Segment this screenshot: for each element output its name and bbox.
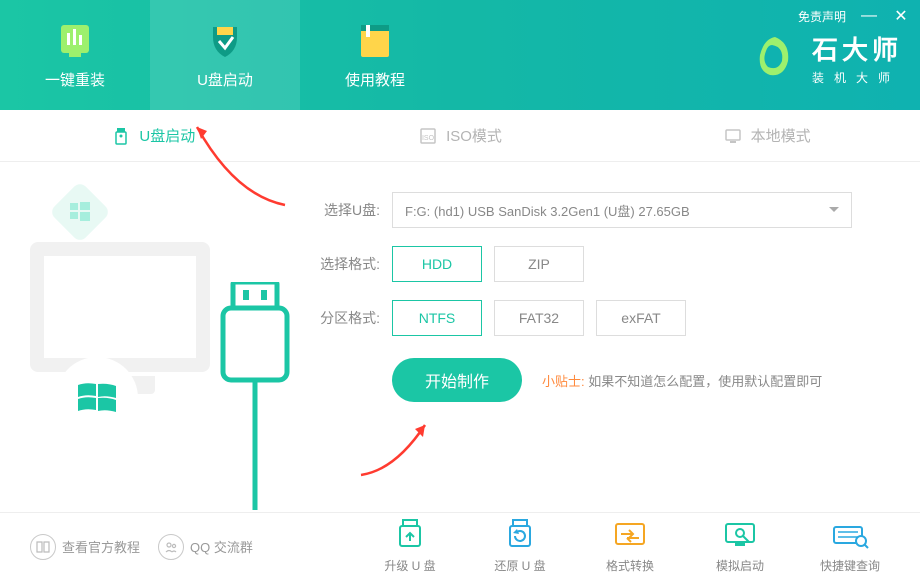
footer-link-label: 查看官方教程 [62,537,140,556]
partition-format-label: 分区格式: [310,308,380,328]
header-tab-tutorial[interactable]: 使用教程 [300,0,450,110]
header-tab-usb[interactable]: U盘启动 [150,0,300,110]
disclaimer-link[interactable]: 免责声明 [798,8,846,25]
header-tab-label: U盘启动 [197,69,253,90]
iso-icon: ISO [418,126,438,146]
qq-group-link[interactable]: QQ 交流群 [158,534,253,560]
simulate-boot-icon [721,519,759,551]
people-icon [158,534,184,560]
illustration [30,182,290,502]
subtab-label: ISO模式 [446,125,502,146]
monitor-graphic [30,242,210,372]
subtab-iso[interactable]: ISO ISO模式 [307,110,614,161]
udisk-select-value: F:G: (hd1) USB SanDisk 3.2Gen1 (U盘) 27.6… [405,201,690,220]
close-button[interactable]: ✕ [892,6,910,26]
subtab-local[interactable]: 本地模式 [613,110,920,161]
tip-text: 小贴士: 如果不知道怎么配置，使用默认配置即可 [542,371,822,390]
tool-hotkey-query[interactable]: 快捷键查询 [810,519,890,574]
sub-tabs: U盘启动 ISO ISO模式 本地模式 [0,110,920,162]
tool-format-convert[interactable]: 格式转换 [590,519,670,574]
brand: 石大师 装机大师 [750,30,902,86]
footer-link-label: QQ 交流群 [190,537,253,556]
official-tutorial-link[interactable]: 查看官方教程 [30,534,140,560]
reinstall-icon [53,21,97,61]
boot-format-label: 选择格式: [310,254,380,274]
brand-subtitle: 装机大师 [812,69,902,86]
monitor-icon [723,126,743,146]
windows-diamond-icon [49,181,111,243]
tool-label: 还原 U 盘 [494,557,545,574]
header-tab-reinstall[interactable]: 一键重装 [0,0,150,110]
usb-plug-icon [215,282,295,512]
upgrade-usb-icon [391,519,429,551]
partition-format-exfat[interactable]: exFAT [596,300,686,336]
tool-restore-usb[interactable]: 还原 U 盘 [480,519,560,574]
subtab-usb-boot[interactable]: U盘启动 [0,110,307,161]
tool-label: 快捷键查询 [820,557,880,574]
format-convert-icon [611,519,649,551]
start-create-button[interactable]: 开始制作 [392,358,522,402]
brand-logo-icon [750,33,800,83]
tool-upgrade-usb[interactable]: 升级 U 盘 [370,519,450,574]
tip-content: 如果不知道怎么配置，使用默认配置即可 [588,374,822,389]
select-udisk-label: 选择U盘: [310,200,380,220]
boot-format-hdd[interactable]: HDD [392,246,482,282]
header-bar: 一键重装 U盘启动 使用教程 石大师 装机大师 免责声明 — ✕ [0,0,920,110]
header-tab-label: 使用教程 [345,69,405,90]
windows-logo-icon [56,357,138,439]
subtab-label: U盘启动 [139,125,195,146]
book-open-icon [30,534,56,560]
tool-label: 格式转换 [606,557,654,574]
subtab-label: 本地模式 [751,125,811,146]
usb-shield-icon [203,21,247,61]
usb-icon [111,126,131,146]
partition-format-ntfs[interactable]: NTFS [392,300,482,336]
tip-badge: 小贴士: [542,374,585,389]
restore-usb-icon [501,519,539,551]
boot-format-zip[interactable]: ZIP [494,246,584,282]
tool-label: 模拟启动 [716,557,764,574]
book-icon [353,21,397,61]
minimize-button[interactable]: — [860,7,878,25]
footer-bar: 查看官方教程 QQ 交流群 升级 U 盘 还原 U 盘 格式转换 模拟启动 快 [0,512,920,580]
header-tab-label: 一键重装 [45,69,105,90]
svg-text:ISO: ISO [422,135,435,142]
tool-label: 升级 U 盘 [384,557,435,574]
udisk-select[interactable]: F:G: (hd1) USB SanDisk 3.2Gen1 (U盘) 27.6… [392,192,852,228]
keyboard-search-icon [831,519,869,551]
tool-simulate-boot[interactable]: 模拟启动 [700,519,780,574]
partition-format-fat32[interactable]: FAT32 [494,300,584,336]
main-panel: 选择U盘: F:G: (hd1) USB SanDisk 3.2Gen1 (U盘… [0,162,920,512]
brand-title: 石大师 [812,30,902,67]
